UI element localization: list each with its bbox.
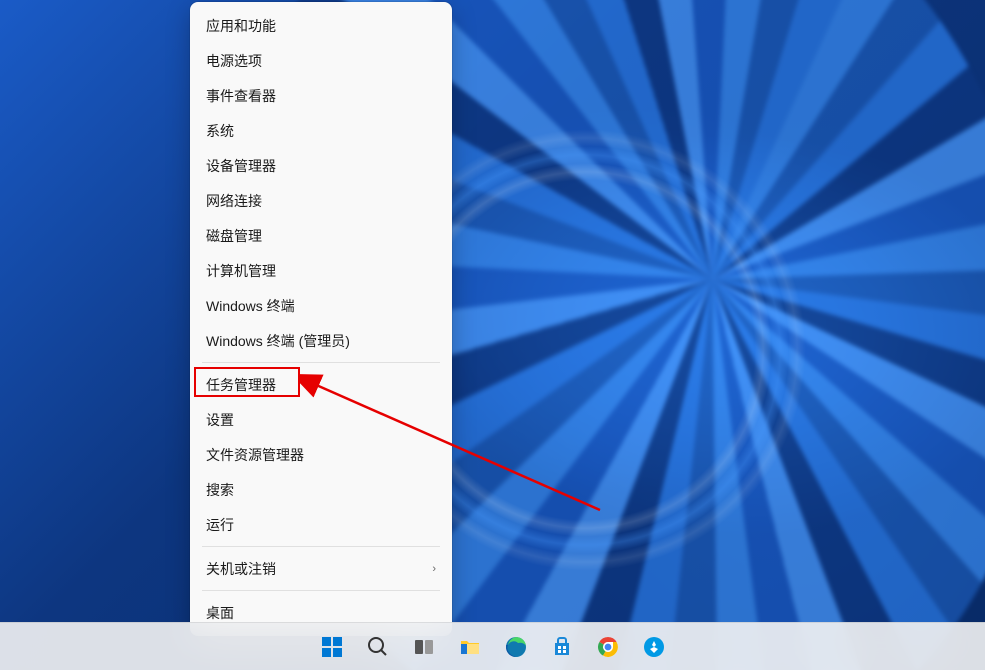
desktop-wallpaper: [0, 0, 985, 670]
menu-item-label: 磁盘管理: [206, 226, 262, 246]
menu-item-label: 任务管理器: [206, 375, 276, 395]
menu-item-search[interactable]: 搜索: [194, 472, 448, 507]
menu-item-label: 网络连接: [206, 191, 262, 211]
menu-item-label: 设置: [206, 410, 234, 430]
chrome-button[interactable]: [588, 627, 628, 667]
menu-item-power-options[interactable]: 电源选项: [194, 43, 448, 78]
store-button[interactable]: [542, 627, 582, 667]
menu-item-label: 运行: [206, 515, 234, 535]
menu-item-network-connections[interactable]: 网络连接: [194, 183, 448, 218]
menu-item-system[interactable]: 系统: [194, 113, 448, 148]
edge-button[interactable]: [496, 627, 536, 667]
menu-item-apps-and-features[interactable]: 应用和功能: [194, 8, 448, 43]
menu-item-settings[interactable]: 设置: [194, 402, 448, 437]
menu-item-label: 事件查看器: [206, 86, 276, 106]
start-button[interactable]: [312, 627, 352, 667]
menu-item-label: Windows 终端 (管理员): [206, 331, 350, 351]
menu-divider: [202, 362, 440, 363]
taskbar: [0, 622, 985, 670]
menu-item-shutdown-signout[interactable]: 关机或注销 ›: [194, 551, 448, 586]
menu-item-device-manager[interactable]: 设备管理器: [194, 148, 448, 183]
menu-item-label: 桌面: [206, 603, 234, 623]
menu-item-file-explorer[interactable]: 文件资源管理器: [194, 437, 448, 472]
menu-item-label: 设备管理器: [206, 156, 276, 176]
menu-item-computer-management[interactable]: 计算机管理: [194, 253, 448, 288]
chevron-right-icon: ›: [432, 563, 436, 575]
menu-item-label: 搜索: [206, 480, 234, 500]
menu-item-windows-terminal-admin[interactable]: Windows 终端 (管理员): [194, 323, 448, 358]
menu-divider: [202, 546, 440, 547]
menu-item-disk-management[interactable]: 磁盘管理: [194, 218, 448, 253]
task-view-button[interactable]: [404, 627, 444, 667]
search-button[interactable]: [358, 627, 398, 667]
menu-item-label: 系统: [206, 121, 234, 141]
menu-item-windows-terminal[interactable]: Windows 终端: [194, 288, 448, 323]
menu-item-label: 文件资源管理器: [206, 445, 304, 465]
menu-item-label: 计算机管理: [206, 261, 276, 281]
menu-item-task-manager[interactable]: 任务管理器: [194, 367, 448, 402]
menu-item-event-viewer[interactable]: 事件查看器: [194, 78, 448, 113]
menu-item-label: 关机或注销: [206, 559, 276, 579]
menu-item-run[interactable]: 运行: [194, 507, 448, 542]
menu-item-label: Windows 终端: [206, 296, 295, 316]
menu-item-label: 应用和功能: [206, 16, 276, 36]
menu-item-label: 电源选项: [206, 51, 262, 71]
winx-context-menu: 应用和功能电源选项事件查看器系统设备管理器网络连接磁盘管理计算机管理 Window…: [190, 2, 452, 636]
app-button[interactable]: [634, 627, 674, 667]
menu-divider: [202, 590, 440, 591]
file-explorer-button[interactable]: [450, 627, 490, 667]
